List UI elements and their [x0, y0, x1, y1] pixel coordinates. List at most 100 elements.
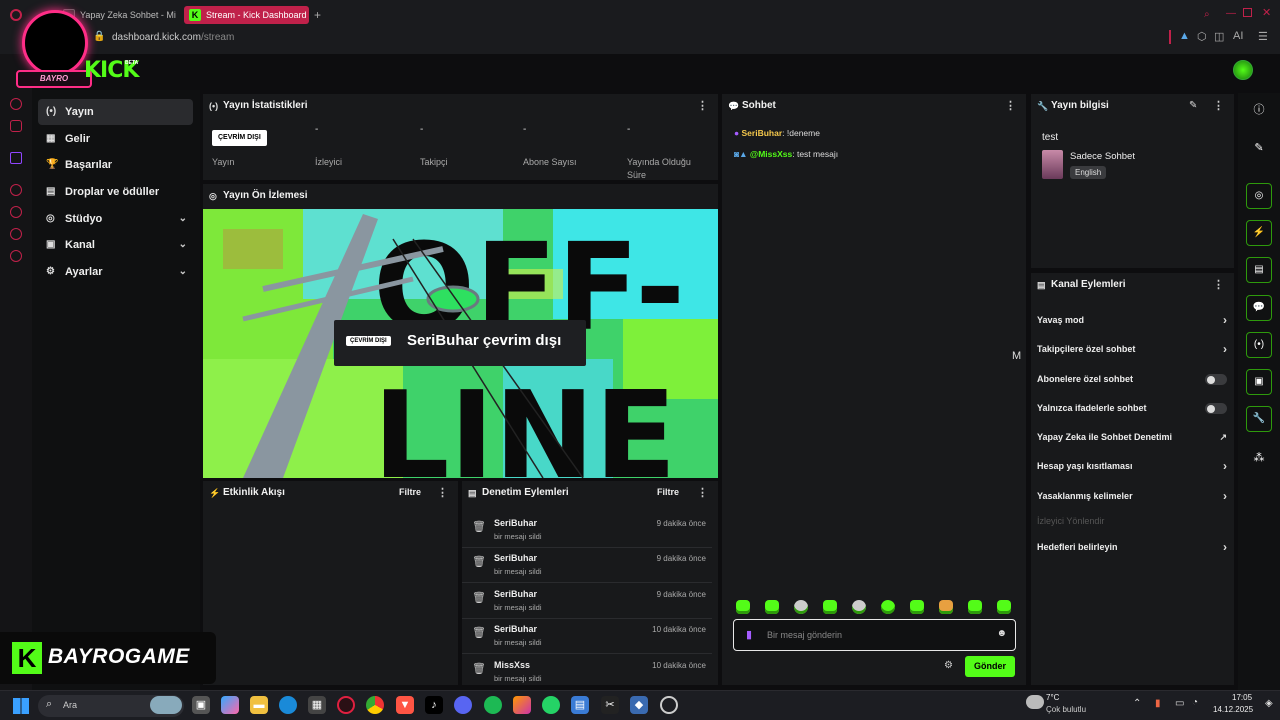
ai-icon[interactable]: AI	[1233, 30, 1243, 42]
brave-icon[interactable]: ▼	[396, 696, 414, 714]
search-icon[interactable]: ⌕	[1204, 9, 1210, 20]
camera-icon[interactable]: ◫	[1214, 30, 1224, 43]
kebab-menu-icon[interactable]: ⋮	[1005, 94, 1016, 118]
tiktok-icon[interactable]: ♪	[425, 696, 443, 714]
kebab-menu-icon[interactable]: ⋮	[437, 481, 448, 505]
emote-icon[interactable]	[997, 600, 1011, 614]
emote-icon[interactable]	[939, 600, 953, 614]
action-ai-moderation[interactable]: Yapay Zeka ile Sohbet Denetimi ↗	[1037, 426, 1227, 448]
rail-downloads-icon[interactable]	[10, 228, 22, 240]
tray-chevron-icon[interactable]: ⌃	[1133, 698, 1141, 709]
mod-user[interactable]: SeriBuhar	[494, 553, 537, 563]
notification-icon[interactable]: ◈	[1265, 698, 1273, 709]
sidebar-item-revenue[interactable]: ▦ Gelir	[38, 126, 193, 152]
obs-icon[interactable]	[660, 696, 678, 714]
opera-logo-icon[interactable]	[10, 9, 22, 21]
network-icon[interactable]: ▭	[1175, 698, 1184, 709]
emote-icon[interactable]	[794, 600, 808, 614]
new-tab-button[interactable]: +	[314, 8, 321, 22]
rail-player-icon[interactable]	[10, 184, 22, 196]
emote-icon[interactable]	[823, 600, 837, 614]
emote-icon[interactable]	[968, 600, 982, 614]
send-button[interactable]: Gönder	[965, 656, 1015, 677]
chat-message[interactable]: ◙▲ @MissXss: test mesajı	[734, 149, 838, 159]
rail-instagram-icon[interactable]	[10, 120, 22, 132]
notepad-icon[interactable]: ▤	[571, 696, 589, 714]
sidebar-item-studio[interactable]: ◎ Stüdyo ⌄	[38, 206, 193, 232]
subscribers-only-toggle[interactable]	[1205, 374, 1227, 385]
sidebar-item-drops[interactable]: ▤ Droplar ve ödüller	[38, 179, 193, 205]
action-banned-words[interactable]: Yasaklanmış kelimeler ›	[1037, 485, 1227, 507]
emote-icon[interactable]	[736, 600, 750, 614]
mod-user[interactable]: SeriBuhar	[494, 624, 537, 634]
chat-username[interactable]: SeriBuhar	[742, 128, 783, 138]
emoji-icon[interactable]: ☻	[996, 628, 1007, 639]
category-thumbnail[interactable]	[1042, 150, 1063, 179]
emote-icon[interactable]	[765, 600, 779, 614]
avatar[interactable]	[1233, 60, 1253, 80]
maximize-icon[interactable]	[1243, 8, 1252, 17]
emote-icon[interactable]	[852, 600, 866, 614]
sidebar-item-channel[interactable]: ▣ Kanal ⌄	[38, 232, 193, 258]
store-icon[interactable]: ▦	[308, 696, 326, 714]
wifi-icon[interactable]: ◔	[1192, 697, 1198, 708]
kebab-menu-icon[interactable]: ⋮	[697, 94, 708, 118]
rail-messenger-icon[interactable]	[10, 98, 22, 110]
category-name[interactable]: Sadece Sohbet	[1070, 151, 1135, 162]
rail-history-icon[interactable]	[10, 206, 22, 218]
chat-message[interactable]: ● SeriBuhar: !deneme	[734, 128, 820, 138]
filter-button[interactable]: Filtre	[399, 487, 421, 497]
weather-icon[interactable]	[1026, 695, 1044, 709]
stats-toggle-icon[interactable]: (•)	[1246, 332, 1272, 358]
microphone-icon[interactable]: ▮	[1155, 698, 1161, 709]
mod-user[interactable]: SeriBuhar	[494, 589, 537, 599]
mic-icon[interactable]: ▮	[746, 628, 752, 641]
copilot-icon[interactable]	[221, 696, 239, 714]
preview-toggle-icon[interactable]: ◎	[1246, 183, 1272, 209]
mod-user[interactable]: SeriBuhar	[494, 518, 537, 528]
chrome-icon[interactable]	[366, 696, 384, 714]
info-icon[interactable]: ⓘ	[1246, 97, 1272, 123]
emote-icon[interactable]	[881, 600, 895, 614]
spotify-icon[interactable]	[484, 696, 502, 714]
close-icon[interactable]: ✕	[1262, 6, 1271, 19]
lock-icon[interactable]: 🔒	[93, 31, 105, 42]
edit-icon[interactable]: ✎	[1189, 100, 1197, 111]
emotes-only-toggle[interactable]	[1205, 403, 1227, 414]
kebab-menu-icon[interactable]: ⋮	[1213, 273, 1224, 297]
capcut-icon[interactable]: ✂	[601, 696, 619, 714]
actions-toggle-icon[interactable]: ▣	[1246, 369, 1272, 395]
sidebar-item-settings[interactable]: ⚙ Ayarlar ⌄	[38, 259, 193, 285]
rail-settings-icon[interactable]	[10, 250, 22, 262]
moderation-toggle-icon[interactable]: ▤	[1246, 257, 1272, 283]
activity-toggle-icon[interactable]: ⚡	[1246, 220, 1272, 246]
clock-time[interactable]: 17:05	[1232, 693, 1252, 702]
app-icon[interactable]: ◆	[630, 696, 648, 714]
sidebar-item-stream[interactable]: (•) Yayın	[38, 99, 193, 125]
action-account-age[interactable]: Hesap yaşı kısıtlaması ›	[1037, 455, 1227, 477]
twitch-icon[interactable]	[10, 152, 22, 164]
mod-user[interactable]: MissXss	[494, 660, 530, 670]
pencil-icon[interactable]: ✎	[1246, 135, 1272, 161]
address-bar[interactable]: dashboard.kick.com/stream	[112, 32, 234, 43]
filter-button[interactable]: Filtre	[657, 487, 679, 497]
action-set-goals[interactable]: Hedefleri belirleyin ›	[1037, 536, 1227, 558]
discord-icon[interactable]	[454, 696, 472, 714]
search-highlight-icon[interactable]	[150, 696, 182, 714]
menu-icon[interactable]: ☰	[1258, 30, 1268, 43]
edge-icon[interactable]	[279, 696, 297, 714]
kebab-menu-icon[interactable]: ⋮	[697, 481, 708, 505]
task-view-icon[interactable]: ▣	[192, 696, 210, 714]
sidebar-item-achievements[interactable]: 🏆 Başarılar	[38, 152, 193, 178]
extension-icon[interactable]: ▲	[1179, 30, 1190, 42]
instagram-icon[interactable]	[513, 696, 531, 714]
clock-date[interactable]: 14.12.2025	[1213, 705, 1253, 714]
file-explorer-icon[interactable]: ▬	[250, 696, 268, 714]
windows-start-icon[interactable]	[13, 698, 29, 714]
action-followers-only[interactable]: Takipçilere özel sohbet ›	[1037, 338, 1227, 360]
action-slow-mode[interactable]: Yavaş mod ›	[1037, 309, 1227, 331]
chat-settings-icon[interactable]: ⚙	[944, 660, 953, 671]
opera-taskbar-icon[interactable]	[337, 696, 355, 714]
chat-toggle-icon[interactable]: 💬	[1246, 295, 1272, 321]
whatsapp-icon[interactable]	[542, 696, 560, 714]
